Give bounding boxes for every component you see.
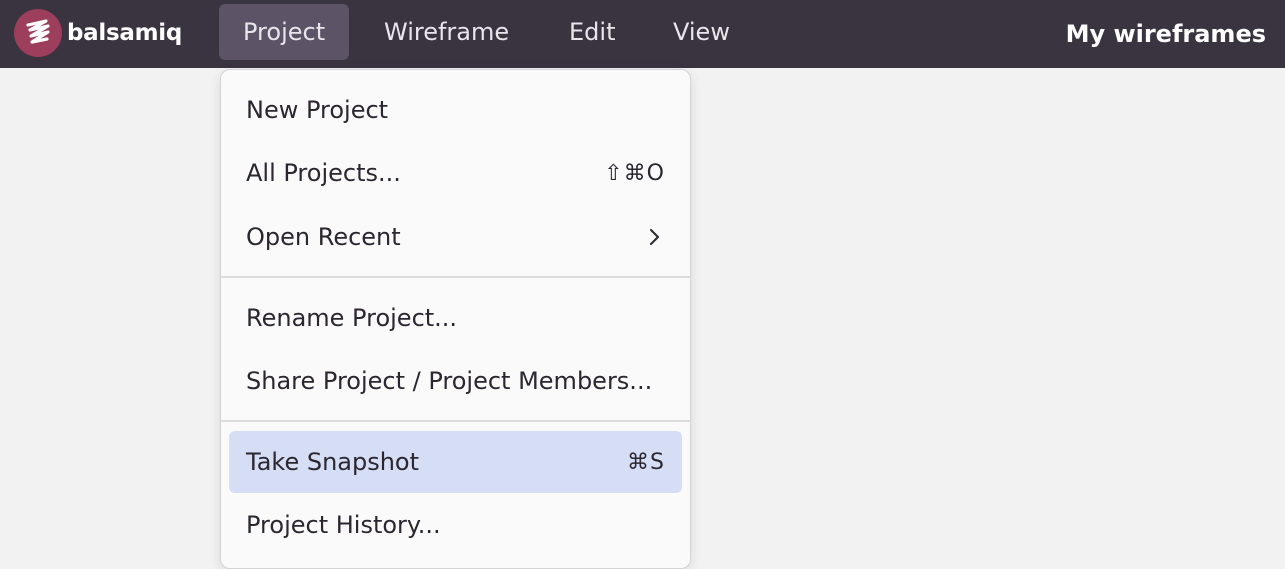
menu-item-take-snapshot[interactable]: Take Snapshot ⌘S — [229, 431, 682, 493]
menu-item-rename-project[interactable]: Rename Project... — [229, 287, 682, 349]
menu-item-label: Project History... — [246, 511, 441, 539]
shortcut-label: ⌘S — [627, 449, 665, 475]
shortcut-label: ⇧⌘O — [604, 160, 665, 186]
menu-item-project-history[interactable]: Project History... — [229, 494, 682, 556]
menu-item-share-project[interactable]: Share Project / Project Members... — [229, 350, 682, 412]
menu-project[interactable]: Project — [219, 4, 350, 60]
top-menu-bar: balsamiq Project Wireframe Edit View My … — [0, 0, 1285, 68]
menu-item-new-project[interactable]: New Project — [229, 79, 682, 141]
app-logo[interactable]: balsamiq — [14, 9, 182, 57]
project-title[interactable]: My wireframes — [1066, 0, 1266, 68]
project-menu-dropdown: New Project All Projects... ⇧⌘O Open Rec… — [220, 69, 691, 569]
logo-text: balsamiq — [67, 20, 182, 46]
menu-item-label: Open Recent — [246, 223, 401, 251]
menu-view[interactable]: View — [649, 4, 754, 60]
menu-item-label: All Projects... — [246, 159, 401, 187]
menu-wireframe[interactable]: Wireframe — [360, 4, 533, 60]
menu-item-open-recent[interactable]: Open Recent — [229, 206, 682, 268]
menu-item-label: Take Snapshot — [246, 448, 420, 476]
balsamiq-logo-icon — [14, 9, 62, 57]
menu-item-all-projects[interactable]: All Projects... ⇧⌘O — [229, 142, 682, 204]
chevron-right-icon — [643, 226, 665, 248]
menu-edit[interactable]: Edit — [545, 4, 639, 60]
menu-item-label: Share Project / Project Members... — [246, 367, 653, 395]
menu-item-label: New Project — [246, 96, 389, 124]
menu-separator — [221, 420, 690, 422]
menu-item-label: Rename Project... — [246, 304, 458, 332]
menu-separator — [221, 276, 690, 278]
